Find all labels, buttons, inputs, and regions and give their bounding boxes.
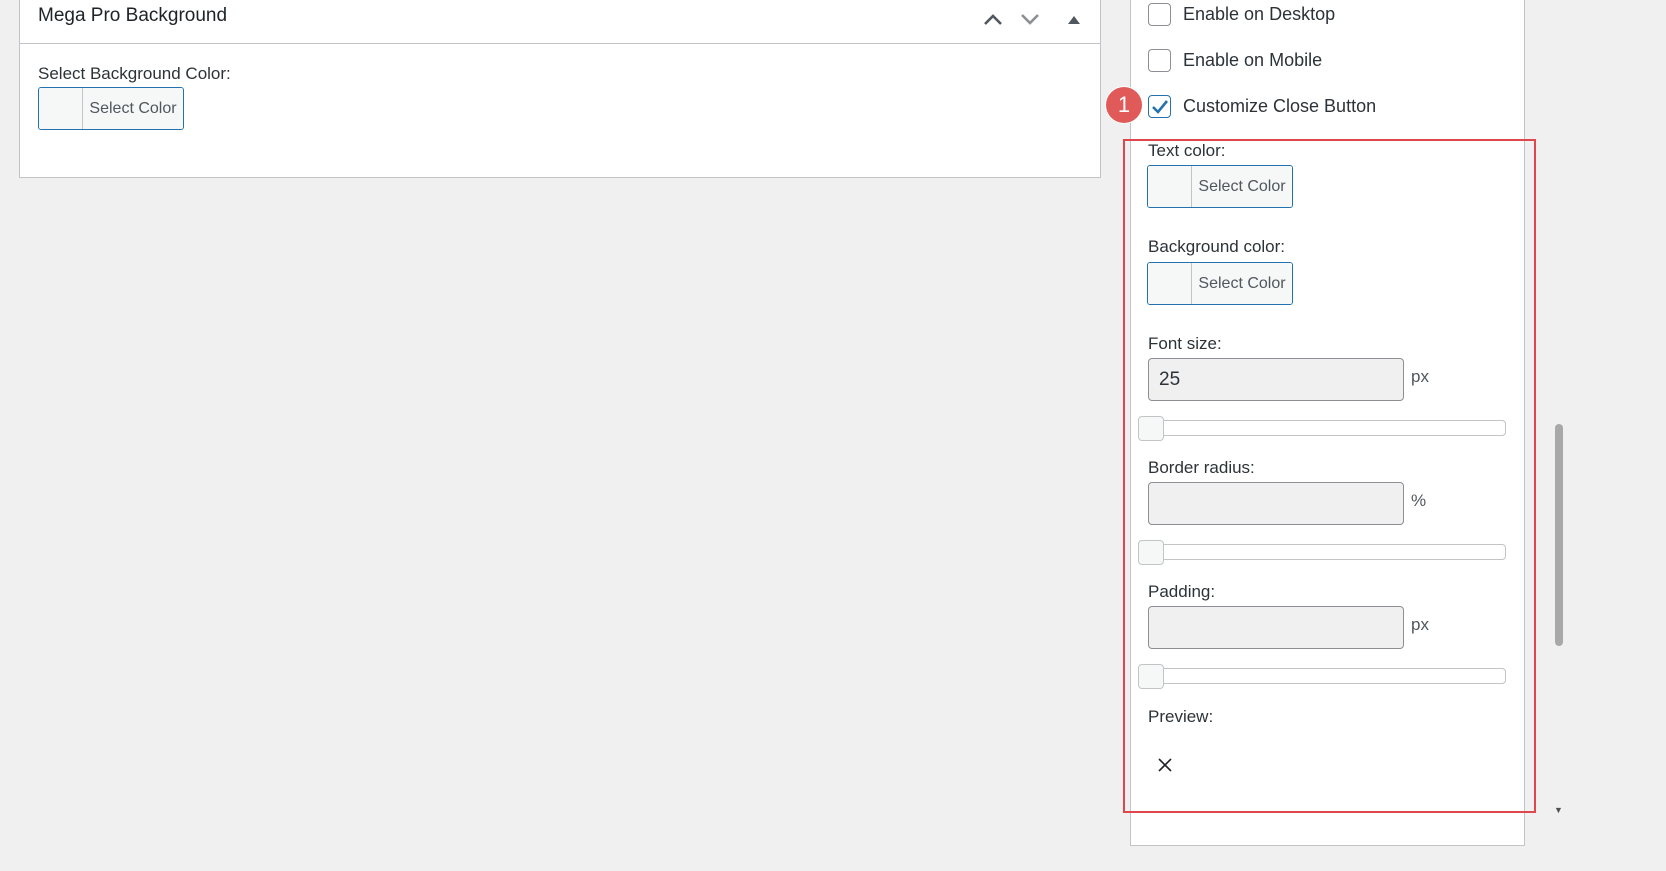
border-radius-input[interactable] (1148, 482, 1404, 525)
color-swatch (39, 88, 83, 129)
padding-slider[interactable] (1138, 664, 1506, 689)
slider-handle[interactable] (1138, 540, 1164, 565)
slider-handle[interactable] (1138, 664, 1164, 689)
page-scrollbar[interactable]: ▼ (1551, 0, 1566, 871)
move-down-button[interactable] (1016, 5, 1044, 33)
border-radius-unit: % (1411, 491, 1427, 510)
border-radius-label: Border radius: (1148, 458, 1255, 477)
enable-mobile-row[interactable]: Enable on Mobile (1148, 49, 1322, 72)
toggle-panel-button[interactable] (1060, 5, 1088, 33)
text-color-button[interactable]: Select Color (1147, 165, 1293, 208)
border-radius-slider[interactable] (1138, 540, 1506, 565)
enable-desktop-checkbox[interactable] (1148, 3, 1171, 26)
scrollbar-thumb[interactable] (1555, 424, 1563, 646)
background-color-button[interactable]: Select Color (1147, 262, 1293, 305)
color-swatch (1148, 166, 1192, 207)
chevron-down-icon (1021, 14, 1039, 25)
close-icon (1158, 758, 1172, 772)
mega-pro-background-metabox: Mega Pro Background Select Background Co… (19, 0, 1101, 178)
customize-close-label: Customize Close Button (1183, 96, 1377, 116)
padding-label: Padding: (1148, 582, 1216, 601)
text-color-label: Text color: (1148, 141, 1226, 160)
background-select-color-button[interactable]: Select Color (38, 87, 184, 130)
preview-label: Preview: (1148, 707, 1214, 726)
enable-mobile-checkbox[interactable] (1148, 49, 1171, 72)
select-color-text: Select Color (1192, 263, 1292, 304)
move-up-button[interactable] (979, 5, 1007, 33)
customize-close-row[interactable]: Customize Close Button (1148, 95, 1376, 118)
enable-desktop-row[interactable]: Enable on Desktop (1148, 3, 1335, 26)
enable-mobile-label: Enable on Mobile (1183, 50, 1323, 70)
enable-desktop-label: Enable on Desktop (1183, 4, 1336, 24)
font-size-label: Font size: (1148, 334, 1222, 353)
preview-close-button[interactable] (1157, 757, 1173, 778)
annotation-badge: 1 (1106, 87, 1142, 123)
triangle-up-icon (1068, 15, 1080, 24)
chevron-up-icon (984, 14, 1002, 25)
padding-unit: px (1411, 615, 1429, 634)
metabox-header: Mega Pro Background (20, 0, 1100, 44)
background-color-label: Background color: (1148, 237, 1286, 256)
select-color-text: Select Color (1192, 166, 1292, 207)
metabox-title: Mega Pro Background (38, 5, 228, 26)
checkmark-icon (1151, 99, 1168, 114)
background-color-label: Select Background Color: (38, 64, 231, 83)
font-size-input[interactable]: 25 (1148, 358, 1404, 401)
customize-close-checkbox[interactable] (1148, 95, 1171, 118)
font-size-slider[interactable] (1138, 416, 1506, 441)
color-swatch (1148, 263, 1192, 304)
slider-handle[interactable] (1138, 416, 1164, 441)
font-size-unit: px (1411, 367, 1429, 386)
padding-input[interactable] (1148, 606, 1404, 649)
scroll-down-arrow[interactable]: ▼ (1554, 805, 1563, 815)
select-color-text: Select Color (83, 88, 183, 129)
